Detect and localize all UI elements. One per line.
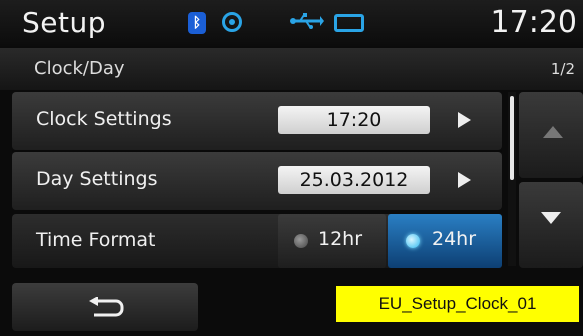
- mirror-link-icon: [334, 14, 364, 32]
- option-12hr-label: 12hr: [318, 228, 363, 250]
- bluetooth-icon: ᛒ: [188, 12, 206, 34]
- status-bar: Setup ᛒ 17:20: [0, 0, 583, 46]
- option-24hr-label: 24hr: [432, 228, 477, 250]
- usb-icon: [290, 13, 324, 29]
- scroll-up-button[interactable]: [519, 92, 583, 178]
- time-format-label: Time Format: [36, 229, 156, 251]
- scroll-down-button[interactable]: [519, 182, 583, 268]
- chevron-right-icon: [458, 112, 471, 128]
- page-indicator: 1/2: [550, 60, 575, 78]
- annotation-label: EU_Setup_Clock_01: [336, 286, 579, 322]
- sub-header: Clock/Day 1/2: [0, 48, 583, 90]
- screen-title: Setup: [22, 6, 106, 39]
- disc-icon: [222, 12, 242, 32]
- back-arrow-icon: [89, 297, 124, 317]
- day-value: 25.03.2012: [278, 166, 430, 194]
- chevron-right-icon: [458, 172, 471, 188]
- arrow-up-icon: [543, 126, 563, 138]
- day-settings-label: Day Settings: [36, 168, 158, 190]
- scrollbar-thumb[interactable]: [510, 96, 514, 180]
- back-button[interactable]: [12, 283, 198, 331]
- radio-on-icon: [406, 234, 420, 248]
- radio-off-icon: [294, 234, 308, 248]
- screen: Setup ᛒ 17:20 Clock/Day 1/2 Clock Settin…: [0, 0, 583, 336]
- status-clock: 17:20: [490, 5, 577, 40]
- arrow-down-icon: [541, 212, 561, 224]
- clock-value: 17:20: [278, 106, 430, 134]
- day-settings-row[interactable]: Day Settings 25.03.2012: [12, 152, 502, 210]
- time-format-24hr-option[interactable]: 24hr: [388, 214, 502, 268]
- clock-settings-label: Clock Settings: [36, 108, 172, 130]
- section-title: Clock/Day: [34, 58, 125, 79]
- clock-settings-row[interactable]: Clock Settings 17:20: [12, 92, 502, 150]
- time-format-12hr-option[interactable]: 12hr: [278, 214, 386, 268]
